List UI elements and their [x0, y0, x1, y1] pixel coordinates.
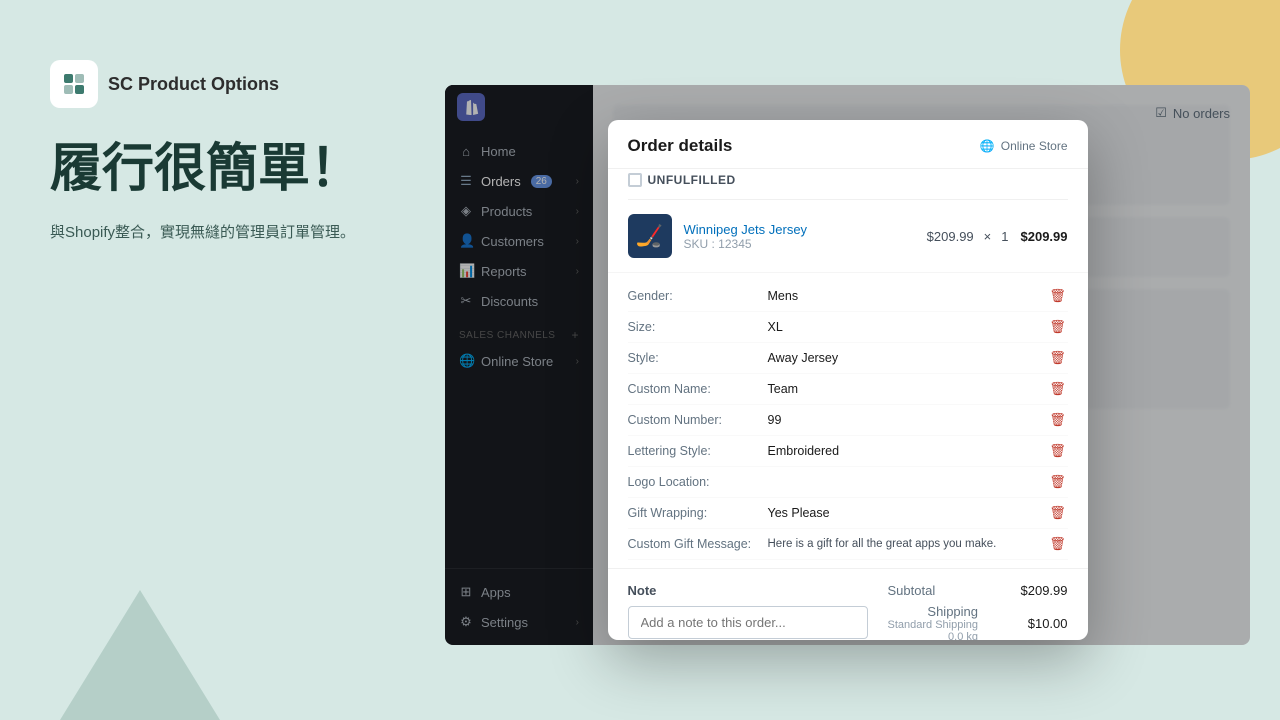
option-size: Size: XL 🗑: [628, 312, 1068, 343]
subtotal-label: Subtotal: [888, 583, 936, 598]
brand-name: SC Product Options: [108, 74, 279, 95]
marketing-heading: 履行很簡單！: [50, 138, 370, 200]
multiply-symbol: ×: [984, 229, 992, 244]
product-image: 🏒: [628, 214, 672, 258]
option-custom-number-label: Custom Number:: [628, 413, 768, 427]
online-store-badge: 🌐 Online Store: [980, 139, 1068, 153]
product-quantity: 1: [1001, 229, 1008, 244]
modal-overlay: Order details 🌐 Online Store UNFULFILLED…: [445, 85, 1250, 645]
fulfillment-status: UNFULFILLED: [648, 173, 736, 187]
option-custom-number-value: 99: [768, 413, 1048, 427]
option-size-label: Size:: [628, 320, 768, 334]
delete-logo-button[interactable]: 🗑: [1048, 472, 1068, 492]
option-logo-location: Logo Location: 🗑: [628, 467, 1068, 498]
delete-custom-number-button[interactable]: 🗑: [1048, 410, 1068, 430]
option-gift-wrapping: Gift Wrapping: Yes Please 🗑: [628, 498, 1068, 529]
option-gift-message-value: Here is a gift for all the great apps yo…: [768, 538, 1048, 550]
modal-header: Order details 🌐 Online Store: [608, 120, 1088, 169]
subtotal-value: $209.99: [1021, 583, 1068, 598]
option-gender: Gender: Mens 🗑: [628, 281, 1068, 312]
delete-lettering-button[interactable]: 🗑: [1048, 441, 1068, 461]
order-details-modal: Order details 🌐 Online Store UNFULFILLED…: [608, 120, 1088, 640]
product-price: $209.99: [927, 229, 974, 244]
shipping-value: $10.00: [1028, 616, 1068, 631]
shipping-method: Standard Shipping: [888, 619, 979, 631]
option-custom-name: Custom Name: Team 🗑: [628, 374, 1068, 405]
option-lettering-value: Embroidered: [768, 444, 1048, 458]
option-custom-name-label: Custom Name:: [628, 382, 768, 396]
option-lettering-label: Lettering Style:: [628, 444, 768, 458]
modal-title: Order details: [628, 136, 733, 156]
delete-style-button[interactable]: 🗑: [1048, 348, 1068, 368]
delete-size-button[interactable]: 🗑: [1048, 317, 1068, 337]
option-gender-value: Mens: [768, 289, 1048, 303]
option-gift-wrapping-value: Yes Please: [768, 506, 1048, 520]
options-section: Gender: Mens 🗑 Size: XL 🗑 Style: Away Je…: [608, 273, 1088, 568]
product-total: $209.99: [1021, 229, 1068, 244]
brand-icon: [50, 60, 98, 108]
option-style: Style: Away Jersey 🗑: [628, 343, 1068, 374]
option-gender-label: Gender:: [628, 289, 768, 303]
option-gift-message: Custom Gift Message: Here is a gift for …: [628, 529, 1068, 560]
option-custom-name-value: Team: [768, 382, 1048, 396]
note-input[interactable]: [628, 606, 868, 639]
option-gift-wrapping-label: Gift Wrapping:: [628, 506, 768, 520]
subtotal-row: Subtotal $209.99: [888, 583, 1068, 598]
product-name[interactable]: Winnipeg Jets Jersey: [684, 222, 915, 237]
marketing-desc: 與Shopify整合，實現無縫的管理員訂單管理。: [50, 220, 370, 246]
fulfillment-checkbox[interactable]: [628, 173, 642, 187]
delete-gift-message-button[interactable]: 🗑: [1048, 534, 1068, 554]
shipping-row: Shipping Standard Shipping 0.0 kg $10.00: [888, 604, 1068, 640]
globe-icon: 🌐: [980, 139, 995, 153]
option-style-label: Style:: [628, 351, 768, 365]
product-price-section: $209.99 × 1: [927, 229, 1009, 244]
option-size-value: XL: [768, 320, 1048, 334]
marketing-panel: SC Product Options 履行很簡單！ 與Shopify整合，實現無…: [0, 0, 420, 720]
shipping-label: Shipping: [888, 604, 979, 619]
option-lettering-style: Lettering Style: Embroidered 🗑: [628, 436, 1068, 467]
shipping-weight: 0.0 kg: [888, 631, 979, 640]
delete-gender-button[interactable]: 🗑: [1048, 286, 1068, 306]
unfulfilled-section: UNFULFILLED: [628, 169, 1068, 200]
delete-gift-wrapping-button[interactable]: 🗑: [1048, 503, 1068, 523]
product-sku: SKU : 12345: [684, 237, 915, 251]
note-label: Note: [628, 583, 868, 598]
shipping-label-group: Shipping Standard Shipping 0.0 kg: [888, 604, 979, 640]
brand-logo: SC Product Options: [50, 60, 370, 108]
note-section: Note Save Subtotal $209.99 Shipping Stan…: [608, 568, 1088, 640]
store-label: Online Store: [1001, 139, 1068, 153]
option-logo-label: Logo Location:: [628, 475, 768, 489]
option-style-value: Away Jersey: [768, 351, 1048, 365]
product-row: 🏒 Winnipeg Jets Jersey SKU : 12345 $209.…: [608, 200, 1088, 273]
delete-custom-name-button[interactable]: 🗑: [1048, 379, 1068, 399]
option-custom-number: Custom Number: 99 🗑: [628, 405, 1068, 436]
option-gift-message-label: Custom Gift Message:: [628, 537, 768, 551]
product-info: Winnipeg Jets Jersey SKU : 12345: [684, 222, 915, 251]
